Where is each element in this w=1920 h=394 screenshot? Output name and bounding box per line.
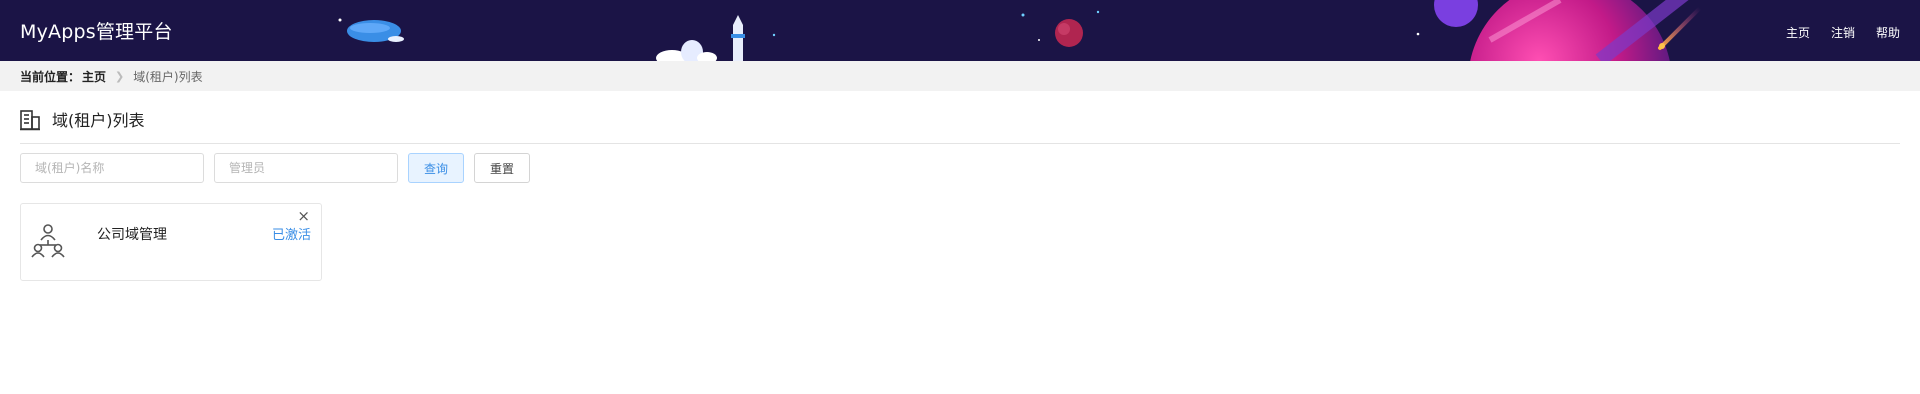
header-decoration [338,0,1702,61]
domain-name-input[interactable] [20,153,204,183]
domain-card[interactable]: 公司域管理 已激活 × [20,203,322,281]
breadcrumb: 当前位置： 主页 ❯ 域(租户)列表 [0,61,1920,91]
filter-bar: 查询 重置 [20,153,530,183]
breadcrumb-home-link[interactable]: 主页 [82,68,106,85]
top-header: MyApps管理平台 主页 注销 帮助 [0,0,1920,61]
nav-home-link[interactable]: 主页 [1786,24,1810,41]
query-button[interactable]: 查询 [408,153,464,183]
admin-input[interactable] [214,153,398,183]
building-icon [20,109,40,135]
status-badge: 已激活 [271,228,311,243]
breadcrumb-label: 当前位置： [20,69,81,84]
top-nav: 主页 注销 帮助 [1786,24,1900,41]
app-title: MyApps管理平台 [20,21,173,43]
reset-button[interactable]: 重置 [474,153,530,183]
breadcrumb-current: 域(租户)列表 [133,69,203,84]
page-header: 域(租户)列表 [20,109,1900,144]
chevron-right-icon: ❯ [115,69,125,83]
nav-logout-link[interactable]: 注销 [1831,24,1855,41]
domain-name: 公司域管理 [97,227,167,243]
org-users-icon [30,222,66,262]
close-icon[interactable]: × [297,207,310,225]
nav-help-link[interactable]: 帮助 [1876,24,1900,41]
page-title: 域(租户)列表 [52,111,145,130]
